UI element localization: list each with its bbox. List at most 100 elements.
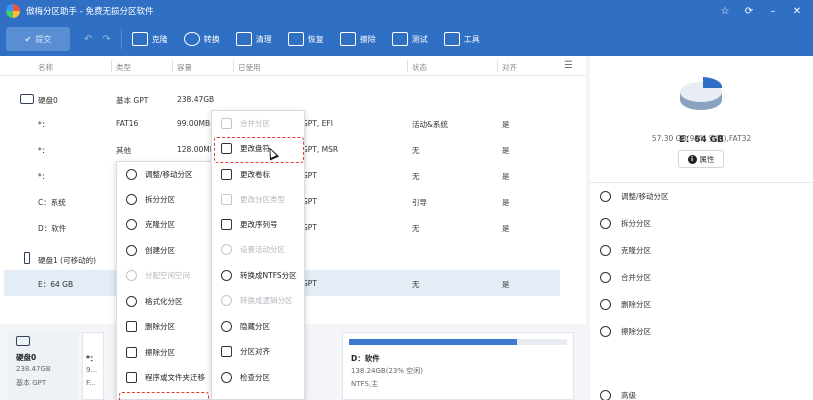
menu-label: 分区对齐 [240,347,270,356]
highlight-frame [214,137,304,163]
col-name[interactable]: 名称 [38,62,53,73]
clone-icon [126,219,137,230]
check-icon [221,372,232,383]
merge-icon [221,118,232,129]
undo-icon[interactable]: ↶ [84,34,92,45]
minimize-button[interactable]: – [761,6,785,17]
row-align: 是 [502,172,510,181]
action-split[interactable]: 拆分分区 [600,218,651,229]
action-delete[interactable]: 删除分区 [600,299,651,310]
menu-label: 设置活动分区 [240,245,285,254]
disk-size: 238.47GB [16,365,51,373]
columns-menu-icon[interactable]: ☰ [564,60,573,71]
row-align: 是 [502,280,510,289]
menu-check[interactable]: 检查分区 [212,365,304,390]
test-button[interactable]: 测试 [391,32,428,46]
menu-label: 格式化分区 [145,297,183,306]
menu-label: 克隆分区 [145,220,175,229]
table-row-disk0[interactable]: 硬盘0 基本 GPT 238.47GB [0,86,586,112]
action-resize[interactable]: 调整/移动分区 [600,191,669,202]
active-icon [221,244,232,255]
menu-create[interactable]: 创建分区 [117,238,211,263]
col-type[interactable]: 类型 [116,62,131,73]
menu-format[interactable]: 格式化分区 [117,289,211,314]
col-align[interactable]: 对齐 [502,62,517,73]
row-name: 硬盘0 [38,96,58,105]
hide-icon [221,321,232,332]
action-wipe[interactable]: 擦除分区 [600,326,651,337]
align-icon [221,346,232,357]
menu-label: 隐藏分区 [240,322,270,331]
resize-icon [126,169,137,180]
action-label: 调整/移动分区 [621,192,669,201]
action-merge[interactable]: 合并分区 [600,272,651,283]
col-used[interactable]: 已使用 [238,62,261,73]
menu-label: 检查分区 [240,373,270,382]
menu-clone[interactable]: 克隆分区 [117,212,211,237]
toolbox-icon [443,32,460,46]
create-icon [126,245,137,256]
eraser-icon [126,347,137,358]
title-bar: 傲梅分区助手 - 免费无损分区软件 ☆ ⟳ – ✕ [0,0,813,22]
partition-fs: F... [86,379,96,387]
refresh-icon[interactable]: ⟳ [737,6,761,17]
menu-split[interactable]: 拆分分区 [117,187,211,212]
star-icon[interactable]: ☆ [713,6,737,17]
menu-resize[interactable]: 调整/移动分区 [117,162,211,187]
menu-align[interactable]: 分区对齐 [212,339,304,364]
col-capacity[interactable]: 容量 [177,62,192,73]
partition-card-d[interactable]: D：软件 138.24GB(23% 空闲) NTFS,主 [342,332,574,400]
menu-migrate[interactable]: 程序或文件夹迁移 [117,365,211,390]
logical-icon [221,295,232,306]
row-type: 基本 GPT [116,96,149,105]
row-status: 活动&系统 [412,120,448,129]
wipe-button[interactable]: 擦除 [339,32,376,46]
menu-set-active: 设置活动分区 [212,237,304,262]
clone-button[interactable]: 克隆 [131,32,168,46]
check-icon: ✔ [24,34,32,44]
menu-label: 合并分区 [240,119,270,128]
usage-bar-fill [349,339,517,345]
action-advanced[interactable]: 高级 [600,390,636,400]
disk0-card[interactable]: 硬盘0 238.47GB 基本 GPT [8,332,78,400]
menu-change-label[interactable]: 更改卷标 [212,162,304,187]
partition-details-panel: E：64 GB 57.30 GB(98% 空闲),FAT32 i 属性 调整/移… [590,56,813,400]
partition-name: D：软件 [351,354,380,363]
partition-card[interactable]: *： 9... F... [82,332,104,400]
test-label: 测试 [411,34,428,44]
convert-button[interactable]: 转换 [183,32,220,46]
row-status: 无 [412,224,420,233]
cleanup-button[interactable]: 清理 [235,32,272,46]
app-logo-icon [6,4,20,18]
menu-convert-ntfs[interactable]: 转换成NTFS分区 [212,263,304,288]
tools-button[interactable]: 工具 [443,32,480,46]
recover-button[interactable]: 恢复 [287,32,324,46]
properties-button[interactable]: i 属性 [678,150,724,168]
col-status[interactable]: 状态 [412,62,427,73]
convert-icon [183,32,200,46]
action-label: 克隆分区 [621,246,651,255]
close-button[interactable]: ✕ [785,6,809,17]
toolbar: ✔ 提交 ↶ ↷ 克隆 转换 清理 恢复 擦除 测试 工具 [0,22,813,56]
split-icon [126,194,137,205]
highlight-frame [119,392,209,400]
menu-label: 创建分区 [145,246,175,255]
menu-delete[interactable]: 删除分区 [117,314,211,339]
menu-change-serial[interactable]: 更改序列号 [212,212,304,237]
submit-button[interactable]: ✔ 提交 [6,27,70,51]
context-menu: 调整/移动分区 拆分分区 克隆分区 创建分区 分配空闲空间 格式化分区 删除分区… [116,161,212,400]
merge-icon [600,272,611,283]
info-icon: i [687,154,697,164]
row-fs: GPT, EFI [302,119,333,128]
menu-wipe[interactable]: 擦除分区 [117,340,211,365]
panel-divider [590,182,813,183]
menu-hide[interactable]: 隐藏分区 [212,314,304,339]
usage-bar [349,339,567,345]
clone-icon [131,32,148,46]
redo-icon[interactable]: ↷ [102,34,110,45]
menu-label: 更改分区类型 [240,195,285,204]
pulse-icon [391,32,408,46]
action-label: 合并分区 [621,273,651,282]
action-clone[interactable]: 克隆分区 [600,245,651,256]
menu-label: 删除分区 [145,322,175,331]
